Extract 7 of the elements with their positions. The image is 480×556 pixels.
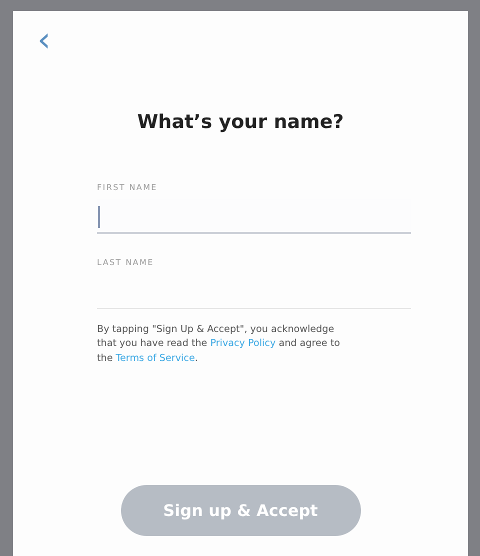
back-button[interactable]: ‹: [33, 23, 55, 57]
screen-title: What’s your name?: [136, 110, 345, 135]
field-label: LAST NAME: [97, 256, 154, 268]
terms-notice: By tapping "Sign Up & Accept", you acknowledge that you have read the Privacy Policy and agree to the Terms of Service.: [97, 322, 341, 366]
policy-link[interactable]: Privacy Policy: [210, 338, 276, 350]
policy-link[interactable]: Terms of Service: [116, 353, 195, 364]
field-label: FIRST NAME: [97, 182, 158, 194]
